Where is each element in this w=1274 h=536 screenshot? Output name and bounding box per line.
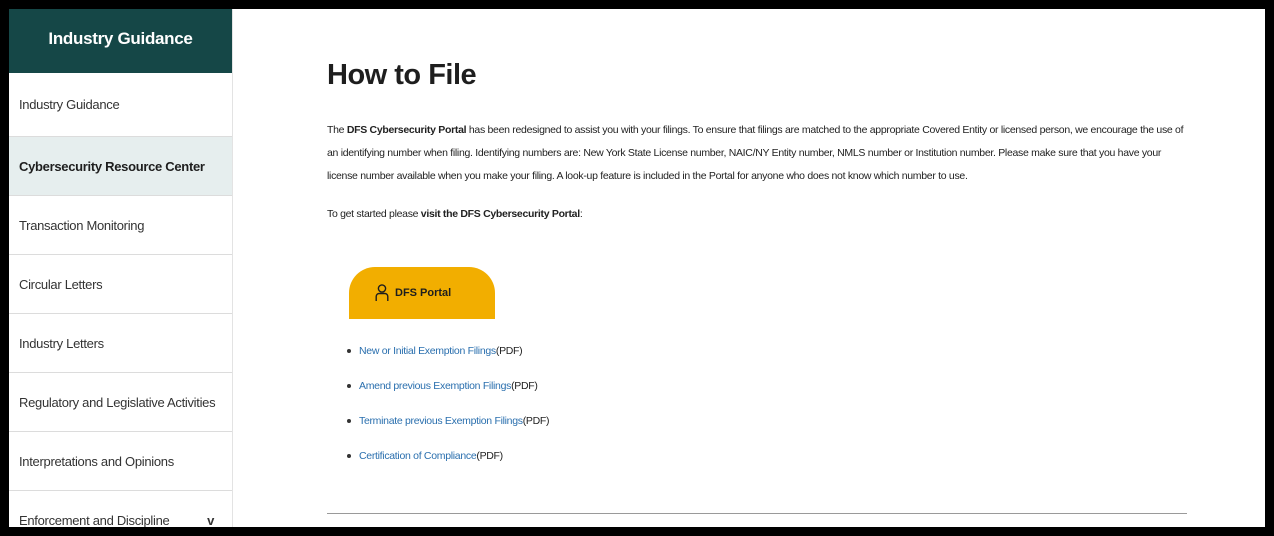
list-item: Amend previous Exemption Filings (PDF) [347,380,549,392]
sidebar-nav: Industry Guidance Industry Guidance Cybe… [9,9,233,527]
get-started-link: visit the DFS Cybersecurity Portal [420,208,580,220]
sidebar-item-industry-letters[interactable]: Industry Letters [9,314,232,373]
user-icon [375,284,389,302]
sidebar-item-label: Industry Guidance [19,97,120,112]
sidebar-item-label: Transaction Monitoring [19,217,145,233]
get-started-tail: : [579,208,583,220]
content-divider [327,513,1187,514]
pdf-label: (PDF) [476,450,503,462]
sidebar-item-interpretations-opinions[interactable]: Interpretations and Opinions [9,432,232,491]
pdf-label: (PDF) [495,345,523,357]
pdf-label: (PDF) [511,380,538,392]
link-amend-exemption[interactable]: Amend previous Exemption Filings [359,380,511,392]
get-started-text: To get started please visit the DFS Cybe… [327,208,1187,220]
get-started-lead: To get started please [327,208,421,220]
sidebar-item-label: Cybersecurity Resource Center [19,158,205,174]
list-item: Certification of Compliance (PDF) [347,450,549,462]
list-item: New or Initial Exemption Filings (PDF) [347,345,549,357]
sidebar-item-label: Enforcement and Discipline [19,512,170,528]
pdf-label: (PDF) [522,415,550,427]
bullet-icon [347,454,351,458]
bullet-icon [347,419,351,423]
intro-lead: The [327,124,347,136]
link-new-initial-exemption[interactable]: New or Initial Exemption Filings [359,345,496,357]
page-title: How to File [327,59,477,91]
sidebar-item-cybersecurity-resource-center[interactable]: Cybersecurity Resource Center [9,137,232,196]
chevron-down-icon[interactable]: v [207,513,214,528]
sidebar-item-regulatory-legislative[interactable]: Regulatory and Legislative Activities [9,373,232,432]
portal-name: DFS Cybersecurity Portal [346,124,467,136]
sidebar-item-industry-guidance[interactable]: Industry Guidance [9,73,232,137]
sidebar-item-label: Regulatory and Legislative Activities [19,394,216,410]
filing-links-list: New or Initial Exemption Filings (PDF) A… [347,345,549,485]
bullet-icon [347,384,351,388]
sidebar-item-label: Interpretations and Opinions [19,453,174,469]
list-item: Terminate previous Exemption Filings (PD… [347,415,549,427]
sidebar-item-transaction-monitoring[interactable]: Transaction Monitoring [9,196,232,255]
link-certification-compliance[interactable]: Certification of Compliance [359,450,477,462]
sidebar-item-enforcement-discipline[interactable]: Enforcement and Discipline v [9,491,232,528]
dfs-portal-button[interactable]: DFS Portal [349,267,495,319]
page-frame: Industry Guidance Industry Guidance Cybe… [9,9,1265,527]
sidebar-item-circular-letters[interactable]: Circular Letters [9,255,232,314]
sidebar-header: Industry Guidance [9,9,232,73]
link-terminate-exemption[interactable]: Terminate previous Exemption Filings [359,415,523,427]
bullet-icon [347,349,351,353]
sidebar-item-label: Circular Letters [19,276,103,292]
dfs-portal-button-label: DFS Portal [395,287,452,299]
sidebar-item-label: Industry Letters [19,335,104,351]
main-content: How to File The DFS Cybersecurity Portal… [327,9,1187,527]
intro-paragraph: The DFS Cybersecurity Portal has been re… [327,119,1187,188]
